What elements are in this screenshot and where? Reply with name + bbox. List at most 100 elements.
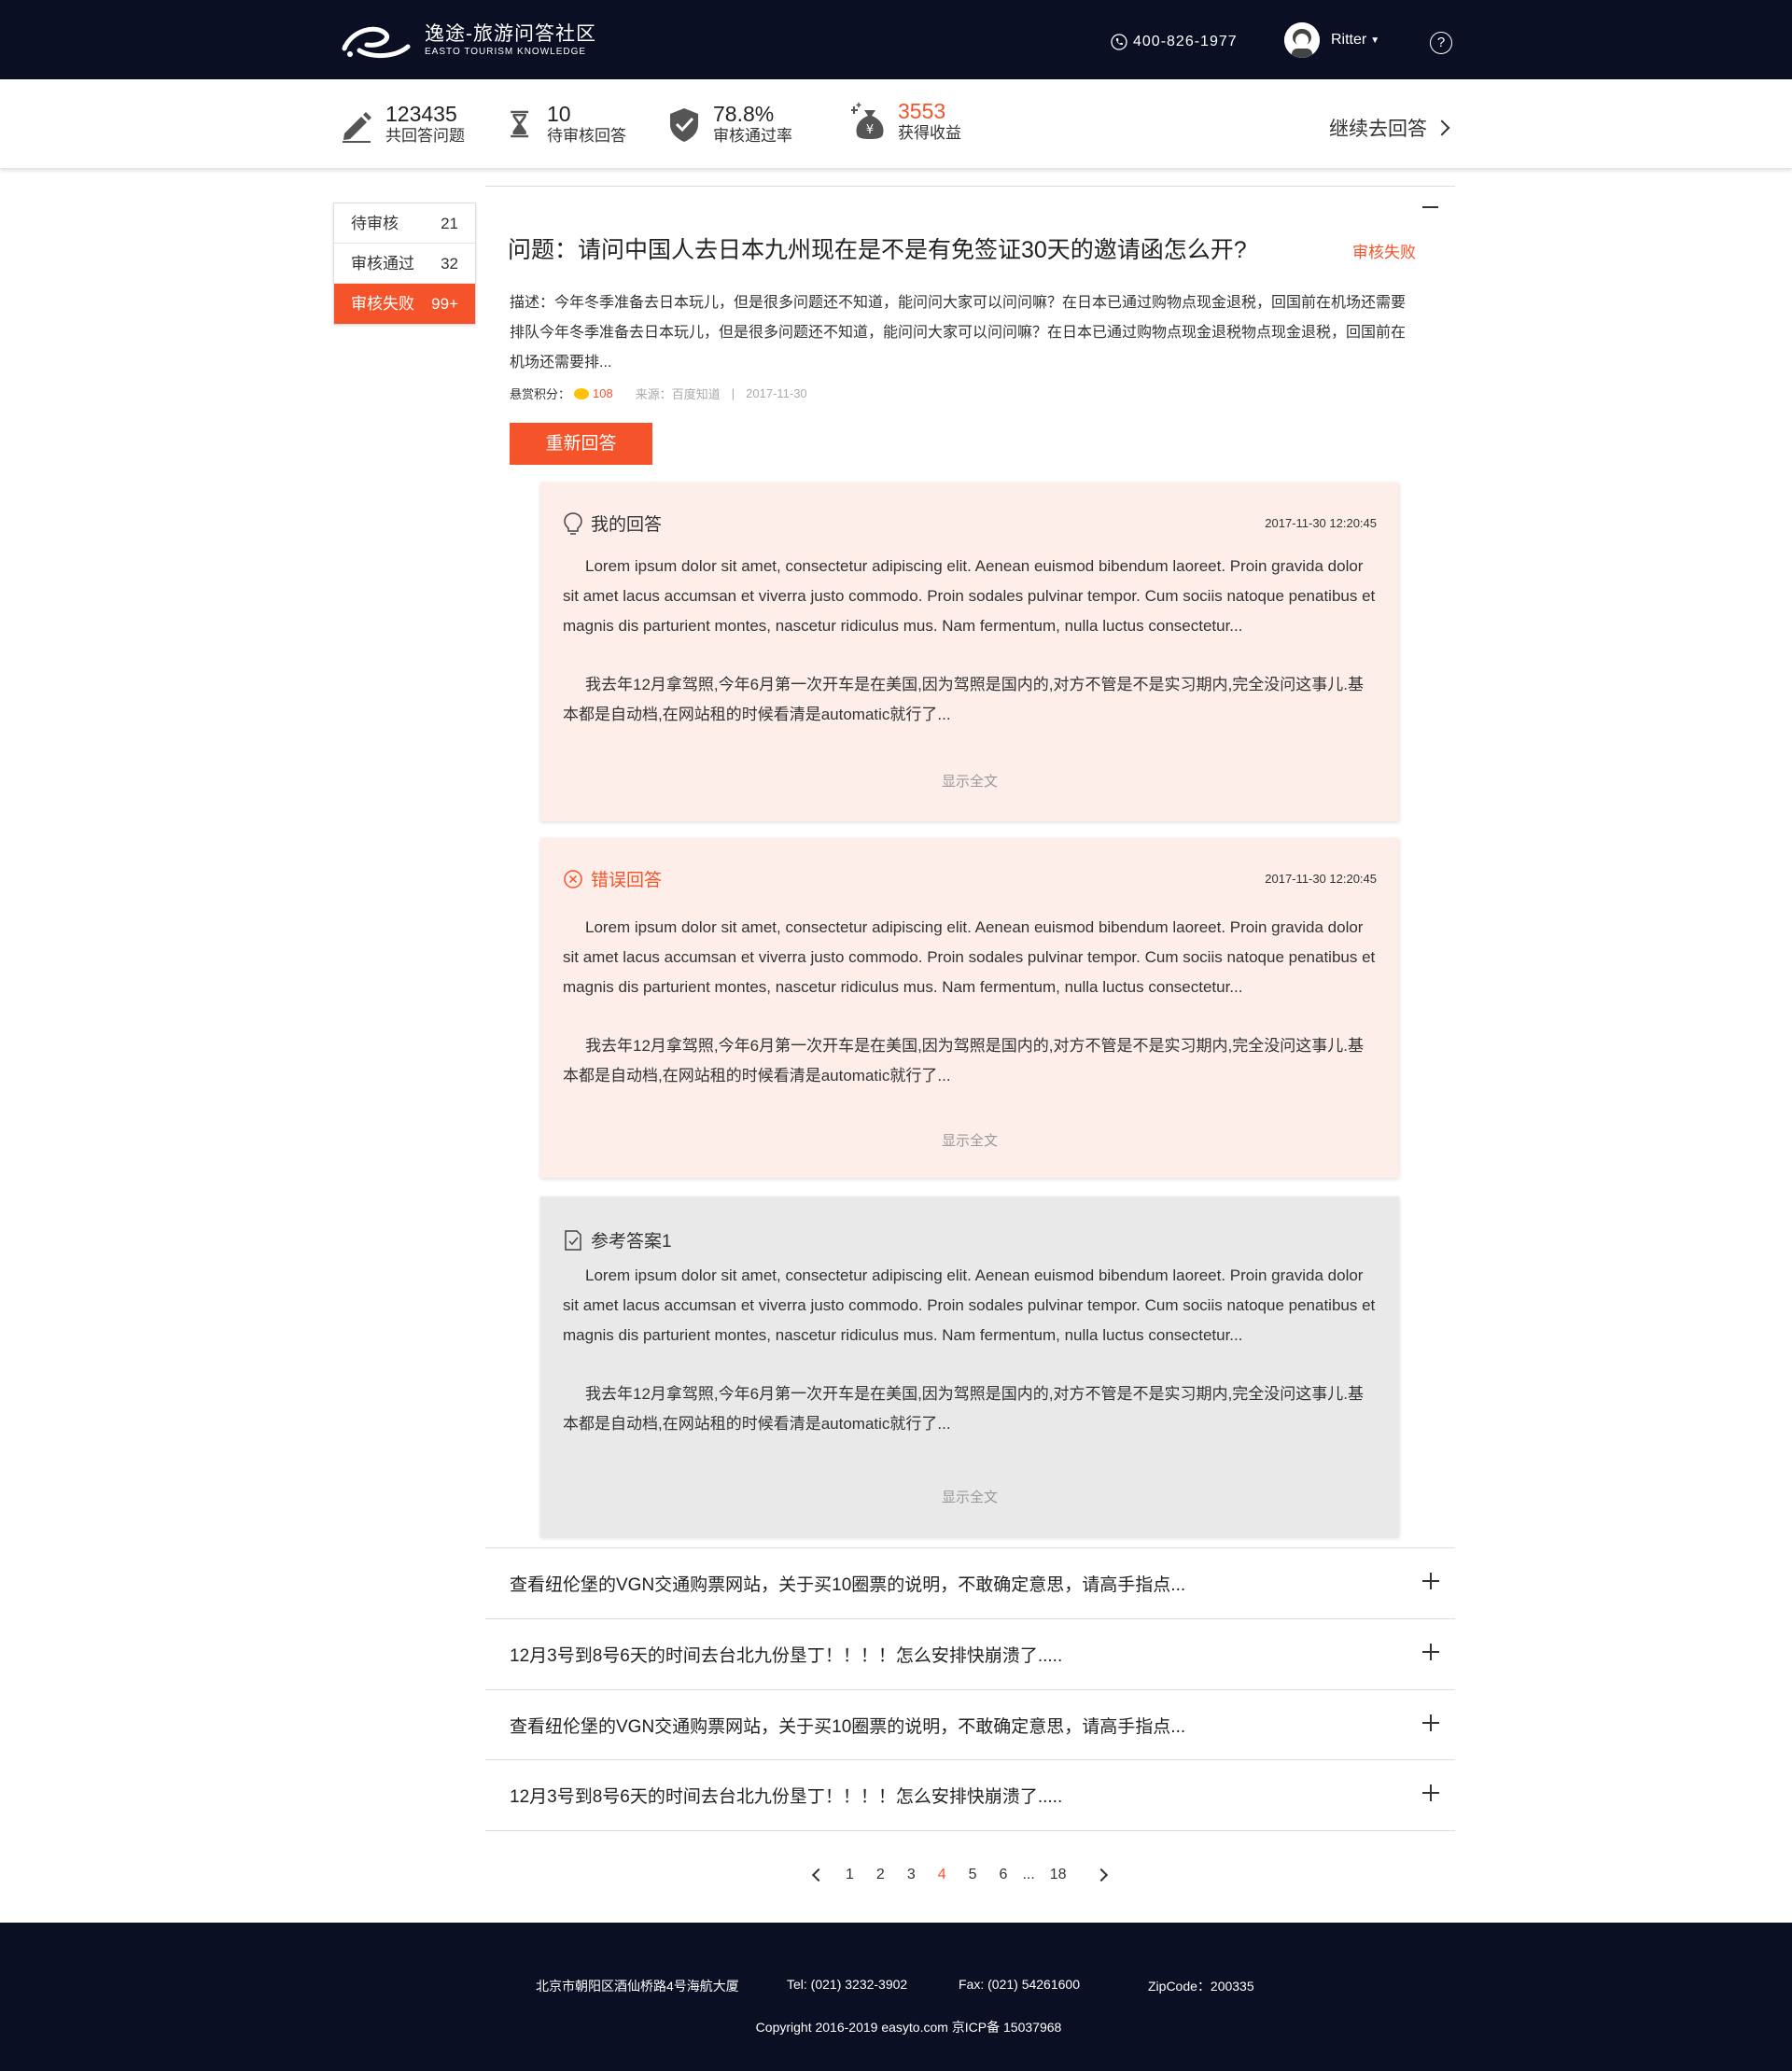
pagination: 1 2 3 4 5 6 ... 18 [810,1867,1108,1883]
question-row[interactable]: 12月3号到8号6天的时间去台北九份垦丁！！！！怎么安排快崩溃了..... [485,1759,1455,1830]
filter-label: 审核失败 [351,295,414,313]
user-menu[interactable]: Ritter ▼ [1284,22,1379,58]
card-body: Lorem ipsum dolor sit amet, consectetur … [563,552,1377,730]
reward-label: 悬赏积分： [510,387,571,401]
expand-plus-icon[interactable] [1422,1784,1439,1801]
expand-plus-icon[interactable] [1422,1644,1439,1660]
card-title: 参考答案1 [591,1232,672,1252]
continue-answering-link[interactable]: 继续去回答 [1329,114,1450,142]
footer-tel: Tel: (021) 3232-3902 [787,1977,908,1992]
prev-page-icon[interactable] [811,1868,826,1882]
continue-label: 继续去回答 [1329,119,1427,140]
wrong-answer-card: 错误回答 2017-11-30 12:20:45 Lorem ipsum dol… [540,838,1399,1178]
page-ellipsis: ... [1022,1867,1035,1882]
stat-pending: 10 待审核回答 [508,102,626,147]
avatar [1284,22,1320,58]
show-full-text-link[interactable]: 显示全文 [540,771,1399,791]
shield-check-icon [670,108,698,142]
reference-answer-card: 参考答案1 Lorem ipsum dolor sit amet, consec… [540,1196,1399,1537]
card-header: 参考答案1 [563,1227,672,1252]
status-badge: 审核失败 [1352,244,1416,261]
question-date: 2017-11-30 [746,386,807,400]
card-body: Lorem ipsum dolor sit amet, consectetur … [563,913,1377,1091]
question-row[interactable]: 查看纽伦堡的VGN交通购票网站，关于买10圈票的说明，不敢确定意思，请高手指点.… [485,1689,1455,1760]
card-title: 我的回答 [591,515,663,535]
footer-copyright: Copyright 2016-2019 easyto.com 京ICP备 150… [755,2020,1062,2035]
next-page-icon[interactable] [1094,1868,1108,1882]
page-link[interactable]: 6 [1000,1867,1008,1883]
reward-points: 108 [593,386,613,400]
stat-label: 审核通过率 [713,127,792,145]
stat-label: 获得收益 [898,124,961,142]
caret-down-icon: ▼ [1370,35,1380,46]
logo[interactable]: 逸途-旅游问答社区 EASTO TOURISM KNOWLEDGE [339,21,596,62]
question-source: 来源：百度知道 [635,387,721,401]
expand-plus-icon[interactable] [1422,1573,1439,1589]
footer-fax: Fax: (021) 54261600 [959,1977,1080,1992]
money-bag-icon: ¥ [851,103,884,139]
username: Ritter [1331,32,1367,48]
filter-approved[interactable]: 审核通过 32 [334,244,475,284]
help-icon[interactable]: ? [1430,32,1452,54]
show-full-text-link[interactable]: 显示全文 [540,1487,1399,1506]
top-nav: 逸途-旅游问答社区 EASTO TOURISM KNOWLEDGE 400-82… [0,0,1792,79]
divider [485,186,1455,187]
show-full-text-link[interactable]: 显示全文 [540,1130,1399,1150]
page-link[interactable]: 2 [876,1867,885,1883]
collapse-icon[interactable] [1422,206,1438,208]
stat-label: 共回答问题 [385,127,465,145]
stat-total-answers: 123435 共回答问题 [339,102,465,147]
filter-count: 32 [441,255,458,273]
filter-pending[interactable]: 待审核 21 [334,203,475,244]
avatar-icon [1284,22,1320,58]
my-answer-card: 我的回答 2017-11-30 12:20:45 Lorem ipsum dol… [540,483,1399,821]
page-link[interactable]: 5 [969,1867,977,1883]
page-link[interactable]: 3 [907,1867,916,1883]
filter-rejected[interactable]: 审核失败 99+ [334,284,475,324]
question-row[interactable]: 查看纽伦堡的VGN交通购票网站，关于买10圈票的说明，不敢确定意思，请高手指点.… [485,1547,1455,1618]
meta-separator: | [731,386,735,400]
question-meta: 悬赏积分： 108 来源：百度知道 | 2017-11-30 [510,385,807,402]
answer-paragraph: Lorem ipsum dolor sit amet, consectetur … [563,1266,1376,1344]
answer-paragraph: 我去年12月拿驾照,今年6月第一次开车是在美国,因为驾照是国内的,对方不管是不是… [563,1385,1364,1433]
answer-paragraph: 我去年12月拿驾照,今年6月第一次开车是在美国,因为驾照是国内的,对方不管是不是… [563,676,1364,723]
question-description: 描述：今年冬季准备去日本玩儿，但是很多问题还不知道，能问问大家可以问问嘛？在日本… [510,295,1407,371]
review-status-filter: 待审核 21 审核通过 32 审核失败 99+ [333,203,476,325]
page-link[interactable]: 1 [846,1867,854,1883]
stat-value: 10 [547,102,571,126]
footer-zipcode: ZipCode：200335 [1148,1979,1254,1994]
lightbulb-icon [564,511,582,535]
phone-icon [1111,34,1127,50]
phone-text: 400-826-1977 [1133,34,1238,49]
card-header: 我的回答 [563,511,662,536]
logo-title: 逸途-旅游问答社区 [425,23,596,45]
card-body: Lorem ipsum dolor sit amet, consectetur … [563,1261,1377,1439]
answer-paragraph: Lorem ipsum dolor sit amet, consectetur … [563,918,1376,996]
question-row-title: 12月3号到8号6天的时间去台北九份垦丁！！！！怎么安排快崩溃了..... [510,1787,1063,1807]
answer-paragraph: 我去年12月拿驾照,今年6月第一次开车是在美国,因为驾照是国内的,对方不管是不是… [563,1037,1364,1084]
stat-value: 78.8% [713,102,775,126]
reanswer-button[interactable]: 重新回答 [510,423,652,465]
stat-earnings: ¥ 3553 获得收益 [851,99,961,144]
svg-text:¥: ¥ [866,123,874,137]
question-row[interactable]: 12月3号到8号6天的时间去台北九份垦丁！！！！怎么安排快崩溃了..... [485,1618,1455,1689]
question-row-title: 12月3号到8号6天的时间去台北九份垦丁！！！！怎么安排快崩溃了..... [510,1646,1063,1666]
chevron-right-icon [1434,119,1450,136]
pen-icon [343,112,371,143]
card-timestamp: 2017-11-30 12:20:45 [1265,872,1377,886]
logo-subtitle: EASTO TOURISM KNOWLEDGE [425,47,587,57]
card-header: 错误回答 [563,866,662,891]
page-link-current[interactable]: 4 [938,1867,946,1883]
document-check-icon [565,1229,581,1251]
phone-number: 400-826-1977 [1111,34,1238,50]
hourglass-icon [511,110,529,138]
page-link[interactable]: 18 [1050,1867,1067,1883]
filter-label: 待审核 [351,215,399,232]
error-circle-icon [564,869,582,889]
footer-address: 北京市朝阳区酒仙桥路4号海航大厦 [536,1979,739,1994]
footer: 北京市朝阳区酒仙桥路4号海航大厦 Tel: (021) 3232-3902 Fa… [0,1923,1792,2071]
logo-mark-icon [342,26,411,58]
expand-plus-icon[interactable] [1422,1714,1439,1731]
answer-paragraph: Lorem ipsum dolor sit amet, consectetur … [563,557,1376,635]
coin-icon [574,387,590,399]
